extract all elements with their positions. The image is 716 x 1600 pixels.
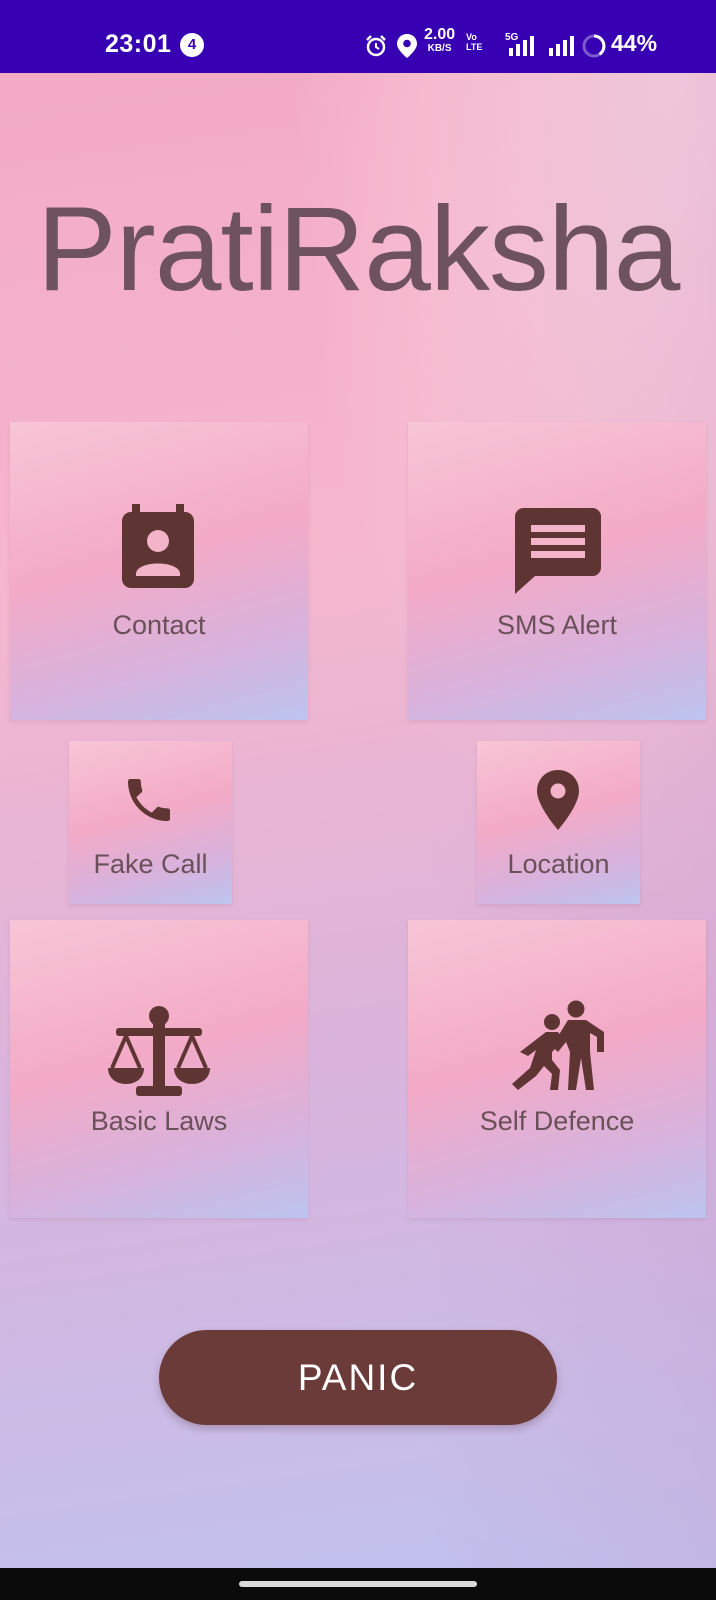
scales-icon (108, 1006, 210, 1096)
location-icon (397, 34, 417, 58)
sms-alert-tile[interactable]: SMS Alert (408, 422, 706, 720)
battery-percent: 44% (611, 30, 658, 56)
message-icon (515, 508, 601, 594)
battery-ring-icon (582, 34, 606, 58)
contact-card-icon (122, 504, 194, 588)
self-defence-tile[interactable]: Self Defence (408, 920, 706, 1218)
status-bar: 23:01 4 2.00 KB/S Vo LTE 5G 44% (0, 0, 716, 73)
self-defence-label: Self Defence (479, 1106, 635, 1136)
contact-label: Contact (112, 610, 206, 640)
app-title: PratiRaksha (36, 182, 681, 316)
status-time: 23:01 (105, 30, 172, 58)
network-speed-value: 2.00 (424, 26, 456, 43)
volte-line-2: LTE (466, 42, 483, 52)
basic-laws-tile[interactable]: Basic Laws (10, 920, 308, 1218)
location-label: Location (507, 849, 610, 879)
navigation-bar (0, 1568, 716, 1600)
panic-button[interactable]: PANIC (159, 1330, 557, 1425)
basic-laws-label: Basic Laws (90, 1106, 228, 1136)
alarm-icon (366, 35, 386, 57)
network-speed: 2.00 KB/S (424, 26, 456, 56)
self-defence-icon (512, 1000, 604, 1090)
volte-line-1: Vo (466, 32, 477, 42)
fake-call-label: Fake Call (93, 849, 208, 879)
signal-icon (509, 36, 534, 56)
home-gesture-handle[interactable] (239, 1581, 477, 1587)
contact-tile[interactable]: Contact (10, 422, 308, 720)
location-tile[interactable]: Location (477, 741, 640, 904)
map-pin-icon (537, 770, 579, 830)
volte-indicator: Vo LTE (466, 32, 482, 52)
sms-alert-label: SMS Alert (496, 610, 618, 640)
signal-icon (549, 36, 574, 56)
fake-call-tile[interactable]: Fake Call (69, 741, 232, 904)
phone-icon (128, 779, 170, 821)
network-speed-unit: KB/S (427, 43, 452, 54)
notification-count-badge: 4 (180, 33, 204, 57)
